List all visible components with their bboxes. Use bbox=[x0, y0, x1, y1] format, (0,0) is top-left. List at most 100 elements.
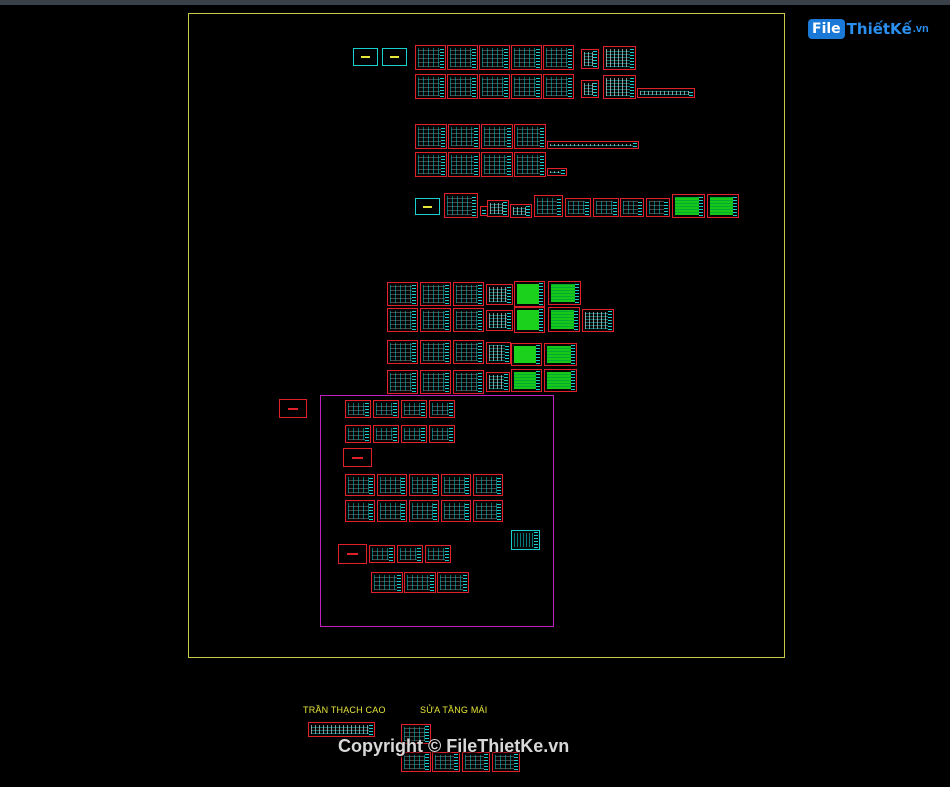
title-block bbox=[433, 502, 437, 520]
drawing-sheet[interactable] bbox=[447, 74, 478, 99]
drawing-sheet[interactable] bbox=[593, 198, 619, 217]
title-block bbox=[505, 344, 509, 362]
drawing-sheet[interactable] bbox=[646, 198, 670, 217]
drawing-sheet[interactable] bbox=[420, 340, 451, 364]
drawing-sheet[interactable] bbox=[420, 282, 451, 306]
drawing-sheet[interactable] bbox=[345, 500, 375, 522]
drawing-sheet[interactable] bbox=[409, 500, 439, 522]
drawing-sheet[interactable] bbox=[486, 342, 511, 364]
drawing-sheet[interactable] bbox=[486, 284, 513, 305]
drawing-sheet[interactable] bbox=[547, 168, 567, 176]
title-block bbox=[440, 76, 444, 97]
drawing-sheet[interactable] bbox=[511, 343, 542, 366]
drawing-sheet[interactable] bbox=[401, 425, 427, 443]
drawing-sheet[interactable] bbox=[581, 49, 599, 69]
drawing-sheet[interactable] bbox=[401, 400, 427, 418]
drawing-sheet[interactable] bbox=[511, 530, 540, 550]
drawing-sheet[interactable] bbox=[420, 370, 451, 394]
drawing-sheet[interactable] bbox=[387, 282, 418, 306]
drawing-sheet[interactable] bbox=[453, 282, 484, 306]
drawing-sheet[interactable] bbox=[486, 310, 513, 331]
cover-sheet[interactable] bbox=[343, 448, 372, 467]
drawing-sheet[interactable] bbox=[441, 474, 471, 496]
drawing-sheet[interactable] bbox=[377, 474, 407, 496]
drawing-sheet[interactable] bbox=[473, 474, 503, 496]
drawing-sheet[interactable] bbox=[437, 572, 469, 593]
drawing-sheet[interactable] bbox=[448, 152, 480, 177]
drawing-sheet[interactable] bbox=[404, 572, 436, 593]
drawing-sheet[interactable] bbox=[415, 74, 446, 99]
drawing-sheet[interactable] bbox=[369, 545, 395, 563]
drawing-sheet[interactable] bbox=[479, 45, 510, 70]
drawing-sheet[interactable] bbox=[387, 340, 418, 364]
drawing-sheet[interactable] bbox=[373, 425, 399, 443]
drawing-sheet[interactable] bbox=[514, 152, 546, 177]
drawing-sheet[interactable] bbox=[534, 195, 563, 217]
drawing-sheet[interactable] bbox=[548, 281, 581, 305]
drawing-sheet[interactable] bbox=[429, 400, 455, 418]
drawing-sheet[interactable] bbox=[514, 281, 545, 307]
cover-sheet[interactable] bbox=[353, 48, 378, 66]
drawing-sheet[interactable] bbox=[453, 308, 484, 332]
drawing-sheet[interactable] bbox=[409, 474, 439, 496]
drawing-sheet[interactable] bbox=[453, 340, 484, 364]
drawing-sheet[interactable] bbox=[377, 500, 407, 522]
title-block bbox=[568, 76, 572, 97]
drawing-sheet[interactable] bbox=[371, 572, 403, 593]
drawing-sheet[interactable] bbox=[345, 400, 371, 418]
drawing-sheet[interactable] bbox=[448, 124, 480, 149]
drawing-sheet[interactable] bbox=[425, 545, 451, 563]
drawing-sheet[interactable] bbox=[511, 74, 542, 99]
drawing-sheet[interactable] bbox=[415, 45, 446, 70]
drawing-sheet[interactable] bbox=[548, 307, 580, 332]
drawing-sheet[interactable] bbox=[620, 198, 644, 217]
cover-sheet[interactable] bbox=[279, 399, 307, 418]
drawing-sheet[interactable] bbox=[672, 194, 705, 218]
drawing-sheet[interactable] bbox=[543, 45, 574, 70]
title-block bbox=[430, 574, 434, 591]
drawing-sheet[interactable] bbox=[373, 400, 399, 418]
drawing-sheet[interactable] bbox=[387, 308, 418, 332]
drawing-sheet[interactable] bbox=[486, 372, 510, 392]
drawing-sheet[interactable] bbox=[473, 500, 503, 522]
drawing-sheet[interactable] bbox=[481, 152, 513, 177]
drawing-sheet[interactable] bbox=[603, 75, 636, 99]
drawing-sheet[interactable] bbox=[479, 74, 510, 99]
title-block bbox=[571, 371, 575, 390]
drawing-sheet[interactable] bbox=[397, 545, 423, 563]
drawing-sheet[interactable] bbox=[487, 200, 509, 217]
drawing-sheet[interactable] bbox=[603, 46, 636, 70]
drawing-sheet[interactable] bbox=[345, 474, 375, 496]
drawing-sheet[interactable] bbox=[453, 370, 484, 394]
drawing-sheet[interactable] bbox=[581, 80, 599, 98]
drawing-sheet[interactable] bbox=[447, 45, 478, 70]
drawing-sheet[interactable] bbox=[514, 307, 545, 333]
drawing-sheet[interactable] bbox=[387, 370, 418, 394]
drawing-sheet[interactable] bbox=[345, 425, 371, 443]
drawing-sheet[interactable] bbox=[441, 500, 471, 522]
drawing-sheet[interactable] bbox=[510, 204, 532, 218]
drawing-sheet[interactable] bbox=[547, 141, 639, 149]
drawing-sheet[interactable] bbox=[511, 45, 542, 70]
cover-sheet[interactable] bbox=[382, 48, 407, 66]
drawing-sheet[interactable] bbox=[444, 193, 478, 218]
drawing-sheet[interactable] bbox=[565, 198, 591, 217]
drawing-sheet[interactable] bbox=[707, 194, 739, 218]
drawing-sheet[interactable] bbox=[308, 722, 375, 737]
cover-sheet[interactable] bbox=[415, 198, 440, 215]
drawing-sheet[interactable] bbox=[511, 369, 542, 392]
drawing-sheet[interactable] bbox=[543, 74, 574, 99]
drawing-sheet[interactable] bbox=[637, 88, 695, 98]
drawing-sheet[interactable] bbox=[544, 343, 577, 366]
drawing-sheet[interactable] bbox=[415, 124, 447, 149]
cover-sheet[interactable] bbox=[338, 544, 367, 564]
drawing-sheet[interactable] bbox=[415, 152, 447, 177]
drawing-sheet[interactable] bbox=[429, 425, 455, 443]
title-block bbox=[474, 154, 478, 175]
drawing-sheet[interactable] bbox=[481, 124, 513, 149]
drawing-sheet[interactable] bbox=[420, 308, 451, 332]
drawing-sheet[interactable] bbox=[544, 369, 577, 392]
drawing-sheet[interactable] bbox=[514, 124, 546, 149]
drawing-sheet[interactable] bbox=[582, 309, 614, 332]
label-roof-repair: SỬA TẦNG MÁI bbox=[420, 705, 488, 715]
